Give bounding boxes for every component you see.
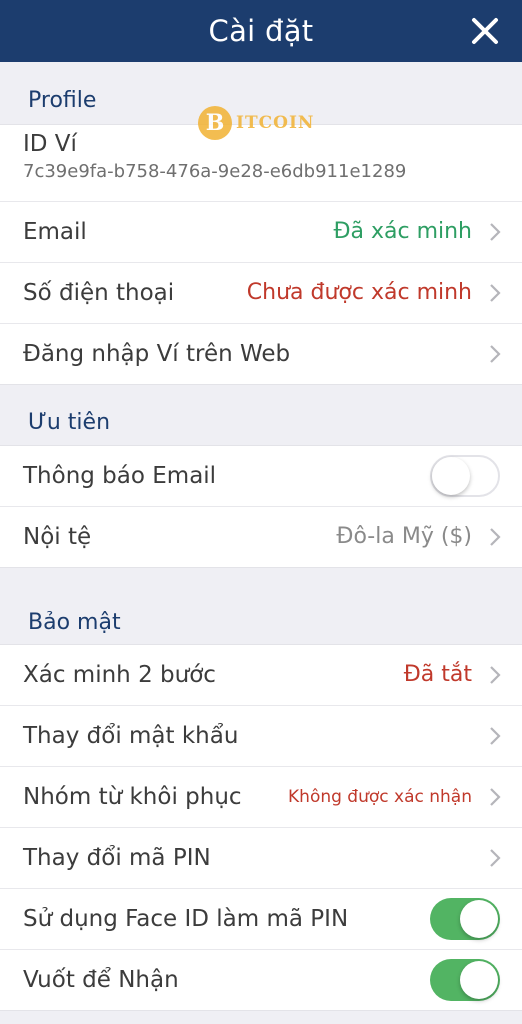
change-password-row[interactable]: Thay đổi mật khẩu bbox=[0, 706, 522, 767]
currency-label: Nội tệ bbox=[23, 524, 92, 550]
phone-label: Số điện thoại bbox=[23, 280, 175, 306]
change-pin-row[interactable]: Thay đổi mã PIN bbox=[0, 828, 522, 889]
security-group: Xác minh 2 bước Đã tắt Thay đổi mật khẩu… bbox=[0, 644, 522, 1011]
face-id-row: Sử dụng Face ID làm mã PIN bbox=[0, 889, 522, 950]
chevron-right-icon bbox=[490, 666, 501, 684]
phone-status: Chưa được xác minh bbox=[246, 280, 472, 305]
chevron-right-icon bbox=[490, 849, 501, 867]
change-password-label: Thay đổi mật khẩu bbox=[23, 723, 239, 749]
face-id-toggle[interactable] bbox=[430, 898, 500, 940]
wallet-id-label: ID Ví bbox=[23, 131, 77, 157]
chevron-right-icon bbox=[490, 345, 501, 363]
toggle-knob bbox=[460, 900, 498, 938]
email-label: Email bbox=[23, 219, 87, 245]
recovery-status: Không được xác nhận bbox=[288, 787, 472, 807]
section-title-preferences: Ưu tiên bbox=[28, 410, 111, 435]
email-notify-label: Thông báo Email bbox=[23, 463, 217, 489]
swipe-receive-row: Vuốt để Nhận bbox=[0, 950, 522, 1010]
two-step-status: Đã tắt bbox=[403, 662, 472, 687]
phone-row[interactable]: Số điện thoại Chưa được xác minh bbox=[0, 263, 522, 324]
page-title: Cài đặt bbox=[208, 14, 314, 48]
chevron-right-icon bbox=[490, 223, 501, 241]
email-status: Đã xác minh bbox=[333, 219, 472, 244]
swipe-receive-label: Vuốt để Nhận bbox=[23, 967, 179, 993]
two-step-label: Xác minh 2 bước bbox=[23, 662, 216, 688]
change-pin-label: Thay đổi mã PIN bbox=[23, 845, 211, 871]
currency-value: Đô-la Mỹ ($) bbox=[336, 524, 472, 549]
wallet-id-value: 7c39e9fa-b758-476a-9e28-e6db911e1289 bbox=[23, 161, 407, 182]
close-button[interactable] bbox=[470, 16, 500, 46]
section-title-profile: Profile bbox=[28, 88, 97, 113]
web-login-label: Đăng nhập Ví trên Web bbox=[23, 341, 291, 367]
close-icon bbox=[472, 18, 498, 44]
currency-row[interactable]: Nội tệ Đô-la Mỹ ($) bbox=[0, 507, 522, 567]
wallet-id-row[interactable]: ID Ví 7c39e9fa-b758-476a-9e28-e6db911e12… bbox=[0, 125, 522, 202]
chevron-right-icon bbox=[490, 284, 501, 302]
email-notify-row: Thông báo Email bbox=[0, 446, 522, 507]
preferences-group: Thông báo Email Nội tệ Đô-la Mỹ ($) bbox=[0, 445, 522, 568]
profile-group: ID Ví 7c39e9fa-b758-476a-9e28-e6db911e12… bbox=[0, 124, 522, 385]
section-title-security: Bảo mật bbox=[28, 610, 121, 635]
recovery-label: Nhóm từ khôi phục bbox=[23, 784, 242, 810]
chevron-right-icon bbox=[490, 528, 501, 546]
toggle-knob bbox=[432, 457, 470, 495]
face-id-label: Sử dụng Face ID làm mã PIN bbox=[23, 906, 349, 932]
chevron-right-icon bbox=[490, 727, 501, 745]
email-notify-toggle[interactable] bbox=[430, 455, 500, 497]
header-bar: Cài đặt bbox=[0, 0, 522, 62]
swipe-receive-toggle[interactable] bbox=[430, 959, 500, 1001]
chevron-right-icon bbox=[490, 788, 501, 806]
toggle-knob bbox=[460, 961, 498, 999]
web-login-row[interactable]: Đăng nhập Ví trên Web bbox=[0, 324, 522, 384]
email-row[interactable]: Email Đã xác minh bbox=[0, 202, 522, 263]
two-step-row[interactable]: Xác minh 2 bước Đã tắt bbox=[0, 645, 522, 706]
recovery-phrase-row[interactable]: Nhóm từ khôi phục Không được xác nhận bbox=[0, 767, 522, 828]
